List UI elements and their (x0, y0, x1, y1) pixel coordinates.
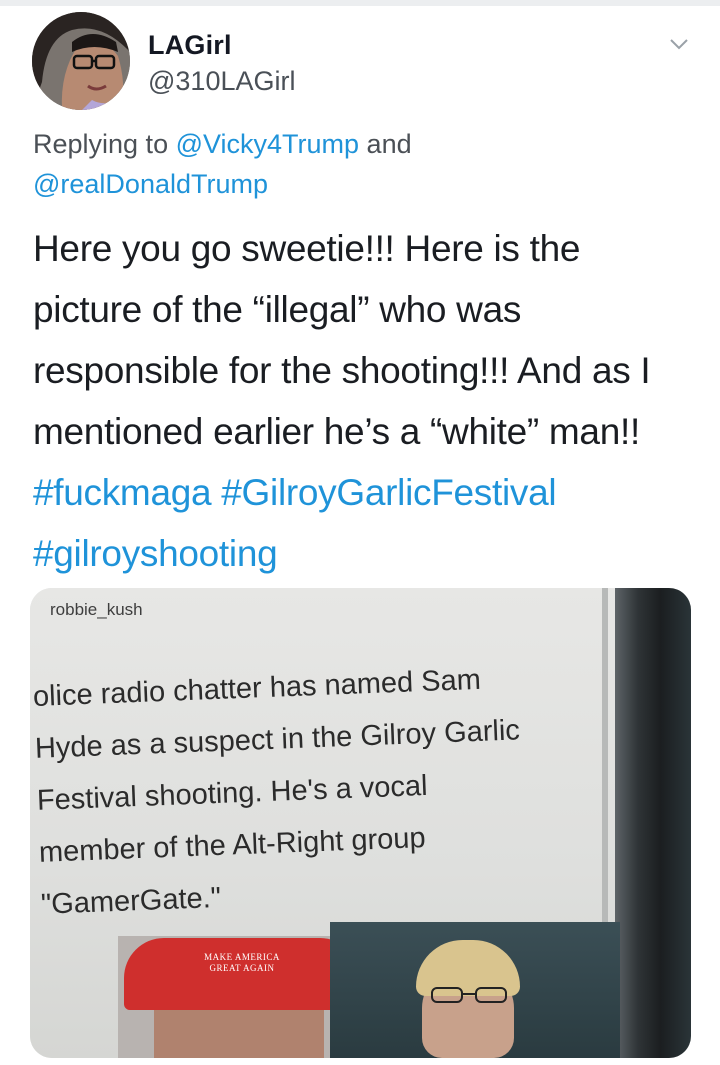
tweet-text: Here you go sweetie!!! Here is the pictu… (33, 218, 703, 584)
display-name[interactable]: LAGirl (148, 30, 232, 61)
tweet-text-line: mentioned earlier he’s a “white” man!! (33, 411, 640, 452)
top-divider (0, 0, 720, 6)
avatar[interactable] (32, 12, 130, 110)
avatar-photo (32, 12, 130, 110)
dark-edge (615, 588, 691, 1058)
hashtag-link[interactable]: #GilroyGarlicFestival (221, 472, 556, 513)
hashtag-link[interactable]: #fuckmaga (33, 472, 212, 513)
reply-context: Replying to @Vicky4Trump and @realDonald… (33, 124, 683, 204)
user-handle[interactable]: @310LAGirl (148, 66, 295, 97)
reply-join: and (359, 129, 412, 159)
tweet-text-line: picture of the “illegal” who was (33, 289, 522, 330)
photo-caption: olice radio chatter has named Sam Hyde a… (32, 650, 602, 931)
portrait-photo (330, 922, 620, 1058)
chevron-down-icon[interactable] (668, 33, 690, 55)
cap-lettering-line: GREAT AGAIN (209, 963, 275, 973)
face (154, 1010, 324, 1058)
mention-link[interactable]: @Vicky4Trump (176, 129, 359, 159)
mention-link[interactable]: @realDonaldTrump (33, 169, 268, 199)
tweet-text-line: responsible for the shooting!!! And as I (33, 350, 651, 391)
tweet-media-image[interactable]: robbie_kush olice radio chatter has name… (30, 588, 691, 1058)
red-cap: MAKE AMERICA GREAT AGAIN (124, 938, 360, 1010)
tweet-text-line: Here you go sweetie!!! Here is the (33, 228, 581, 269)
glasses-icon (431, 987, 507, 1003)
cap-lettering-line: MAKE AMERICA (204, 952, 280, 962)
hashtag-link[interactable]: #gilroyshooting (33, 533, 278, 574)
reply-prefix: Replying to (33, 129, 176, 159)
source-username: robbie_kush (50, 600, 143, 619)
cap-lettering: MAKE AMERICA GREAT AGAIN (124, 952, 360, 974)
